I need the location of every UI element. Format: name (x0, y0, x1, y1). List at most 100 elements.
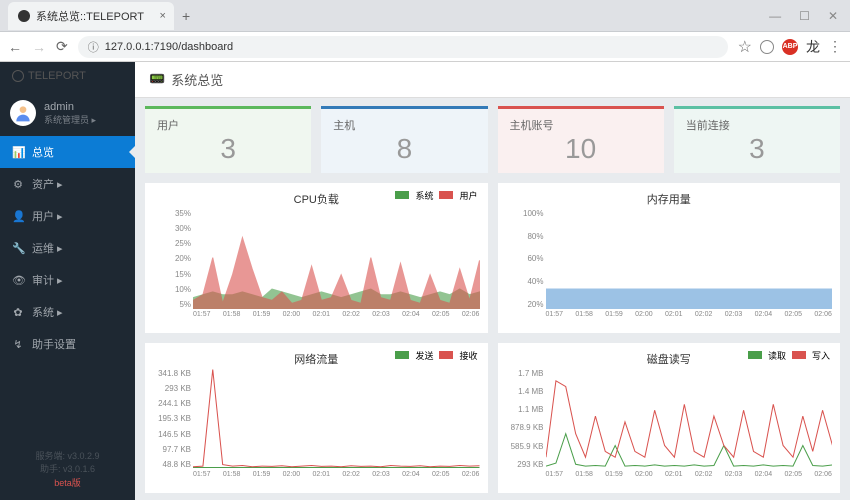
url-input[interactable]: ⓘ 127.0.0.1:7190/dashboard (78, 36, 728, 58)
stat-label: 用户 (157, 117, 299, 133)
legend-label: 发送 (415, 349, 433, 362)
close-window-icon[interactable]: ✕ (828, 9, 838, 23)
chart-title: 内存用量 (506, 191, 833, 207)
stat-card: 当前连接3 (674, 106, 840, 173)
tab-title: 系统总览::TELEPORT (36, 8, 144, 24)
x-axis: 01:5701:5801:5902:0002:0102:0202:0302:04… (193, 471, 480, 478)
nav-item-1[interactable]: ⚙ 资产 ▸ (0, 168, 135, 200)
legend-label: 读取 (768, 349, 786, 362)
legend-label: 系统 (415, 189, 433, 202)
legend-swatch (792, 351, 806, 359)
minimize-icon[interactable]: — (769, 9, 781, 23)
stat-value: 3 (686, 133, 828, 165)
chart-panel: 磁盘读写 读取写入 1.7 MB1.4 MB1.1 MB878.9 KB585.… (498, 343, 841, 493)
favicon (18, 10, 30, 22)
x-axis: 01:5701:5801:5902:0002:0102:0202:0302:04… (546, 471, 833, 478)
nav-label: 审计 ▸ (32, 272, 63, 288)
close-tab-icon[interactable]: × (160, 10, 166, 22)
x-axis: 01:5701:5801:5902:0002:0102:0202:0302:04… (193, 311, 480, 318)
stat-value: 3 (157, 133, 299, 165)
legend-label: 用户 (459, 189, 477, 202)
nav-item-2[interactable]: 👤 用户 ▸ (0, 200, 135, 232)
server-version: 服务端: v3.0.2.9 (10, 450, 125, 464)
chart-panel: CPU负载 系统用户 35%30%25%20%15%10%5% 01:5701:… (145, 183, 488, 333)
page-title: 系统总览 (171, 70, 223, 89)
stat-value: 8 (333, 133, 475, 165)
nav-icon: 👁 (12, 274, 24, 287)
charts-grid: CPU负载 系统用户 35%30%25%20%15%10%5% 01:5701:… (145, 183, 840, 493)
chart-legend: 读取 写入 (748, 349, 830, 362)
back-icon[interactable]: ← (8, 39, 22, 55)
nav-label: 资产 ▸ (32, 176, 63, 192)
legend-swatch (439, 191, 453, 199)
nav-icon: ⚙ (12, 178, 24, 191)
beta-label: beta版 (10, 477, 125, 491)
stat-card: 用户3 (145, 106, 311, 173)
legend-swatch (395, 191, 409, 199)
y-axis: 35%30%25%20%15%10%5% (153, 209, 191, 309)
client-version: 助手: v3.0.1.6 (10, 463, 125, 477)
nav-label: 用户 ▸ (32, 208, 63, 224)
nav-label: 总览 (32, 144, 54, 160)
reload-icon[interactable]: ⟳ (56, 38, 68, 55)
nav-menu: 📊 总览 ⚙ 资产 ▸ 👤 用户 ▸ 🔧运维 ▸ 👁 审计 ▸ ✿ 系统 ▸ ↯ 助手设置 (0, 136, 135, 360)
nav-icon: 👤 (12, 210, 24, 223)
extension-icon[interactable] (760, 40, 774, 54)
new-tab-button[interactable]: + (182, 8, 190, 24)
logo-icon (12, 70, 24, 82)
sidebar-footer: 服务端: v3.0.2.9 助手: v3.0.1.6 beta版 (0, 440, 135, 500)
y-axis: 341.8 KB293 KB244.1 KB195.3 KB146.5 KB97… (153, 369, 191, 469)
address-bar: ← → ⟳ ⓘ 127.0.0.1:7190/dashboard ☆ ABP 龙… (0, 32, 850, 62)
stat-label: 主机账号 (510, 117, 652, 133)
chart-plot: 341.8 KB293 KB244.1 KB195.3 KB146.5 KB97… (193, 369, 480, 469)
chart-legend: 发送 接收 (395, 349, 477, 362)
legend-label: 接收 (459, 349, 477, 362)
url-text: 127.0.0.1:7190/dashboard (105, 41, 233, 53)
y-axis: 1.7 MB1.4 MB1.1 MB878.9 KB585.9 KB293 KB (506, 369, 544, 469)
stat-card: 主机账号10 (498, 106, 664, 173)
x-axis: 01:5701:5801:5902:0002:0102:0202:0302:04… (546, 311, 833, 318)
user-name: admin (44, 101, 96, 113)
nav-icon: ✿ (12, 306, 24, 319)
chart-panel: 网络流量 发送接收 341.8 KB293 KB244.1 KB195.3 KB… (145, 343, 488, 493)
forward-icon[interactable]: → (32, 39, 46, 55)
stat-card: 主机8 (321, 106, 487, 173)
menu-icon[interactable]: ⋮ (828, 38, 842, 55)
stat-label: 主机 (333, 117, 475, 133)
logo: TELEPORT (0, 62, 135, 90)
stat-value: 10 (510, 133, 652, 165)
nav-item-5[interactable]: ✿ 系统 ▸ (0, 296, 135, 328)
stats-row: 用户3主机8主机账号10当前连接3 (145, 106, 840, 173)
chart-legend: 系统 用户 (395, 189, 477, 202)
legend-label: 写入 (812, 349, 830, 362)
sidebar: TELEPORT admin 系统管理员 ▸ 📊 总览 ⚙ 资产 ▸ 👤 用户 ▸ 🔧运维 … (0, 62, 135, 500)
logo-text: TELEPORT (28, 70, 86, 82)
extension-dragon-icon[interactable]: 龙 (806, 37, 820, 57)
legend-swatch (395, 351, 409, 359)
window-controls: — ☐ ✕ (769, 9, 850, 23)
page-header: 📟 系统总览 (135, 62, 850, 98)
browser-tab[interactable]: 系统总览::TELEPORT × (8, 2, 174, 30)
nav-item-3[interactable]: 🔧运维 ▸ (0, 232, 135, 264)
nav-item-6[interactable]: ↯ 助手设置 (0, 328, 135, 360)
browser-tab-bar: 系统总览::TELEPORT × + — ☐ ✕ (0, 0, 850, 32)
site-info-icon[interactable]: ⓘ (88, 39, 99, 55)
avatar (10, 100, 36, 126)
nav-label: 系统 ▸ (32, 304, 63, 320)
nav-label: 运维 ▸ (32, 240, 63, 256)
chart-plot: 1.7 MB1.4 MB1.1 MB878.9 KB585.9 KB293 KB (546, 369, 833, 469)
abp-icon[interactable]: ABP (782, 39, 798, 55)
user-section[interactable]: admin 系统管理员 ▸ (0, 90, 135, 136)
chart-plot: 100%80%60%40%20% (546, 209, 833, 309)
chart-panel: 内存用量 100%80%60%40%20% 01:5701:5801:5902:… (498, 183, 841, 333)
nav-item-4[interactable]: 👁 审计 ▸ (0, 264, 135, 296)
chart-plot: 35%30%25%20%15%10%5% (193, 209, 480, 309)
legend-swatch (748, 351, 762, 359)
nav-label: 助手设置 (32, 336, 76, 352)
nav-icon: 📊 (12, 146, 24, 159)
maximize-icon[interactable]: ☐ (799, 9, 810, 23)
nav-item-0[interactable]: 📊 总览 (0, 136, 135, 168)
nav-icon: ↯ (12, 338, 24, 351)
bookmark-icon[interactable]: ☆ (738, 37, 752, 57)
user-role: 系统管理员 ▸ (44, 113, 96, 126)
